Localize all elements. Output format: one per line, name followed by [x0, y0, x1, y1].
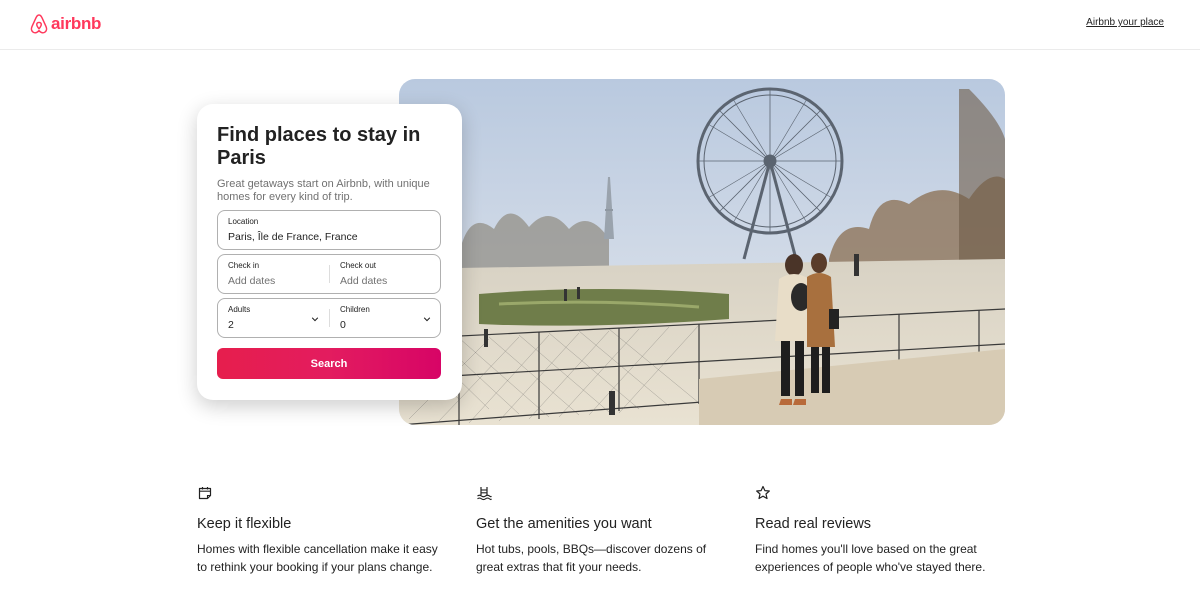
check-out-label: Check out	[340, 261, 377, 270]
guests-field: Adults 2 Children 0	[217, 298, 441, 338]
check-out-placeholder: Add dates	[340, 275, 388, 287]
chevron-down-icon	[423, 317, 431, 322]
logo-text: airbnb	[51, 14, 102, 33]
feature-amenities: Get the amenities you want Hot tubs, poo…	[476, 485, 726, 576]
location-label: Location	[228, 217, 259, 226]
check-in-field[interactable]: Check in Add dates	[218, 255, 329, 293]
check-out-field[interactable]: Check out Add dates	[330, 255, 440, 293]
calendar-icon	[198, 487, 212, 500]
search-card: Find places to stay in Paris Great getaw…	[197, 104, 462, 400]
location-field[interactable]: Location Paris, Île de France, France	[217, 210, 441, 250]
feature-flexible: Keep it flexible Homes with flexible can…	[197, 485, 447, 576]
feature-description: Homes with flexible cancellation make it…	[197, 542, 438, 574]
location-input[interactable]: Location Paris, Île de France, France	[218, 211, 440, 249]
adults-label: Adults	[228, 305, 251, 314]
paris-ferris-wheel-photo	[399, 79, 1005, 425]
feature-description: Find homes you'll love based on the grea…	[755, 542, 986, 574]
feature-title: Keep it flexible	[197, 516, 292, 532]
search-title: Find places to stay in Paris	[217, 124, 421, 169]
chevron-down-icon	[311, 317, 319, 322]
children-label: Children	[340, 305, 370, 314]
hero-image	[399, 79, 1005, 425]
feature-reviews: Read real reviews Find homes you'll love…	[755, 485, 1005, 576]
feature-description: Hot tubs, pools, BBQs—discover dozens of…	[476, 542, 707, 574]
check-in-label: Check in	[228, 261, 260, 270]
search-button[interactable]: Search	[217, 348, 441, 379]
airbnb-your-place-link[interactable]: Airbnb your place	[1086, 17, 1164, 28]
airbnb-logo[interactable]: airbnb	[30, 13, 101, 35]
star-icon	[756, 485, 770, 500]
children-value: 0	[340, 319, 346, 331]
top-header: airbnb Airbnb your place	[0, 0, 1200, 50]
location-value: Paris, Île de France, France	[228, 231, 358, 243]
adults-value: 2	[228, 319, 234, 331]
pool-icon	[477, 487, 492, 501]
dates-field: Check in Add dates Check out Add dates	[217, 254, 441, 294]
check-in-placeholder: Add dates	[228, 275, 276, 287]
airbnb-logo-icon	[30, 14, 48, 34]
feature-title: Read real reviews	[755, 516, 872, 532]
feature-title: Get the amenities you want	[476, 516, 652, 532]
search-subtitle: Great getaways start on Airbnb, with uni…	[217, 178, 430, 203]
